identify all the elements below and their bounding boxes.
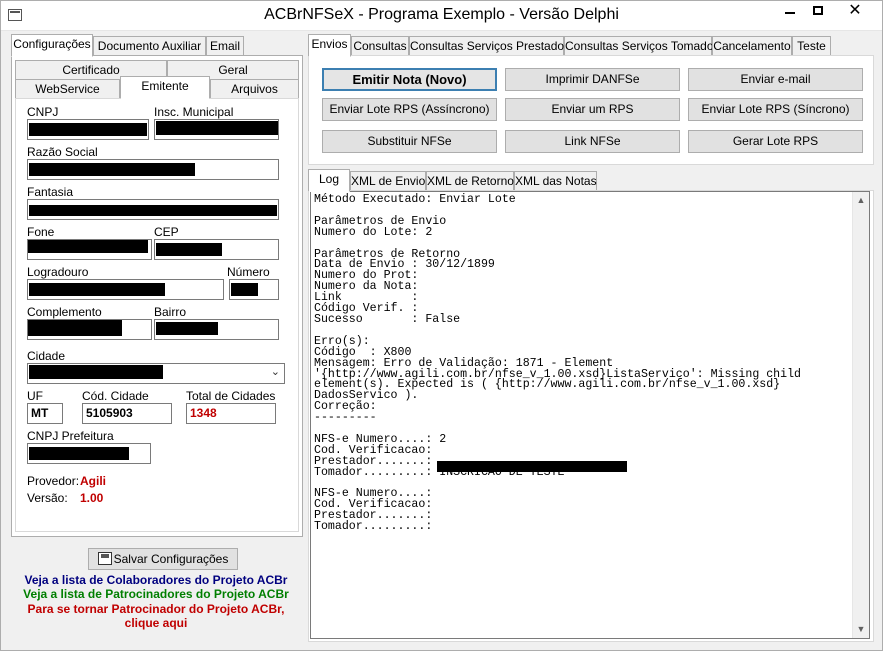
tab-consultas-servicos-prestados[interactable]: Consultas Serviços Prestados	[409, 36, 570, 56]
tab-xml-envio[interactable]: XML de Envio	[350, 171, 426, 191]
scroll-thumb[interactable]	[854, 209, 868, 619]
fantasia-field[interactable]	[27, 199, 279, 220]
tab-consultas[interactable]: Consultas	[351, 36, 409, 56]
tab-configuracoes[interactable]: Configurações	[11, 34, 93, 57]
numero-field[interactable]	[229, 279, 279, 300]
total-cidades-field: 1348	[186, 403, 276, 424]
enviar-lote-sincrono-button[interactable]: Enviar Lote RPS (Síncrono)	[688, 98, 863, 121]
cnpj-prefeitura-label: CNPJ Prefeitura	[27, 429, 114, 443]
insc-municipal-field[interactable]	[154, 119, 279, 140]
link-colaboradores[interactable]: Veja a lista de Colaboradores do Projeto…	[11, 573, 301, 587]
prestador-redaction	[437, 461, 627, 472]
complemento-field[interactable]	[27, 319, 152, 340]
total-cidades-label: Total de Cidades	[186, 389, 276, 403]
cep-label: CEP	[154, 225, 179, 239]
emitir-nota-button[interactable]: Emitir Nota (Novo)	[322, 68, 497, 91]
cnpj-label: CNPJ	[27, 105, 59, 119]
tab-documento-auxiliar[interactable]: Documento Auxiliar	[93, 36, 206, 56]
complemento-label: Complemento	[27, 305, 102, 319]
tab-teste[interactable]: Teste	[792, 36, 831, 56]
logradouro-field[interactable]	[27, 279, 224, 300]
log-tabs: Log XML de Envio XML de Retorno XML das …	[308, 169, 874, 192]
gerar-lote-rps-button[interactable]: Gerar Lote RPS	[688, 130, 863, 153]
link-tornar-patrocinador[interactable]: Para se tornar Patrocinador do Projeto A…	[11, 602, 301, 616]
cod-cidade-field[interactable]: 5105903	[82, 403, 172, 424]
insc-municipal-label: Insc. Municipal	[154, 105, 234, 119]
title-bar: ACBrNFSeX - Programa Exemplo - Versão De…	[1, 1, 882, 31]
tab-log[interactable]: Log	[308, 169, 350, 192]
logradouro-label: Logradouro	[27, 265, 89, 279]
configuracoes-panel: Certificado Geral WebService Emitente Ar…	[11, 55, 303, 537]
numero-label: Número	[227, 265, 270, 279]
cnpj-prefeitura-field[interactable]	[27, 443, 151, 464]
fantasia-label: Fantasia	[27, 185, 74, 199]
fone-label: Fone	[27, 225, 55, 239]
tab-cancelamento[interactable]: Cancelamento	[712, 36, 792, 56]
log-memo[interactable]: Método Executado: Enviar Lote Parâmetros…	[310, 191, 870, 639]
cep-field[interactable]	[154, 239, 279, 260]
tab-webservice[interactable]: WebService	[15, 79, 120, 99]
right-top-tabs: Envios Consultas Consultas Serviços Pres…	[308, 34, 874, 57]
window-title: ACBrNFSeX - Programa Exemplo - Versão De…	[264, 6, 619, 23]
uf-label: UF	[27, 389, 43, 403]
razao-social-field[interactable]	[27, 159, 279, 180]
tab-consultas-servicos-tomados[interactable]: Consultas Serviços Tomados	[564, 36, 720, 56]
tab-xml-retorno[interactable]: XML de Retorno	[426, 171, 514, 191]
save-icon	[97, 552, 112, 565]
bairro-label: Bairro	[154, 305, 187, 319]
imprimir-danfse-button[interactable]: Imprimir DANFSe	[505, 68, 680, 91]
tab-emitente[interactable]: Emitente	[120, 76, 210, 99]
minimize-button[interactable]	[776, 1, 804, 23]
left-top-tabs: Configurações Documento Auxiliar Email	[11, 34, 303, 57]
razao-social-label: Razão Social	[27, 145, 98, 159]
tab-xml-notas[interactable]: XML das Notas	[514, 171, 597, 191]
uf-field[interactable]: MT	[27, 403, 63, 424]
emitente-panel: CNPJ Insc. Municipal Razão Social Fantas…	[15, 98, 299, 532]
maximize-button[interactable]	[804, 1, 832, 23]
minimize-icon	[785, 12, 795, 14]
tab-arquivos[interactable]: Arquivos	[210, 79, 299, 99]
main-window: ACBrNFSeX - Programa Exemplo - Versão De…	[0, 0, 883, 651]
cnpj-field[interactable]	[27, 119, 149, 140]
salvar-configuracoes-button[interactable]: Salvar Configurações	[88, 548, 238, 570]
log-text: Método Executado: Enviar Lote Parâmetros…	[314, 193, 802, 534]
scroll-down-icon[interactable]: ▼	[853, 621, 869, 638]
versao-value: 1.00	[80, 491, 104, 505]
provedor-label: Provedor:	[27, 474, 80, 488]
chevron-down-icon: ⌄	[270, 366, 280, 378]
scroll-up-icon[interactable]: ▲	[853, 192, 869, 209]
bairro-field[interactable]	[154, 319, 279, 340]
close-button[interactable]: ✕	[832, 1, 878, 23]
substituir-nfse-button[interactable]: Substituir NFSe	[322, 130, 497, 153]
log-scrollbar[interactable]: ▲ ▼	[852, 192, 869, 638]
cidade-label: Cidade	[27, 349, 66, 363]
tab-envios[interactable]: Envios	[308, 34, 351, 57]
versao-label: Versão:	[27, 491, 68, 505]
enviar-email-button[interactable]: Enviar e-mail	[688, 68, 863, 91]
link-nfse-button[interactable]: Link NFSe	[505, 130, 680, 153]
fone-field[interactable]	[27, 239, 152, 260]
enviar-lote-assincrono-button[interactable]: Enviar Lote RPS (Assíncrono)	[322, 98, 497, 121]
salvar-configuracoes-label: Salvar Configurações	[113, 552, 229, 566]
link-clique-aqui[interactable]: clique aqui	[11, 616, 301, 630]
cod-cidade-label: Cód. Cidade	[82, 389, 149, 403]
enviar-um-rps-button[interactable]: Enviar um RPS	[505, 98, 680, 121]
close-icon: ✕	[848, 2, 862, 19]
link-patrocinadores[interactable]: Veja a lista de Patrocinadores do Projet…	[11, 587, 301, 601]
provedor-value: Agili	[80, 474, 106, 488]
cidade-select[interactable]: ⌄	[27, 363, 285, 384]
maximize-icon	[813, 6, 823, 15]
tab-email[interactable]: Email	[206, 36, 244, 56]
